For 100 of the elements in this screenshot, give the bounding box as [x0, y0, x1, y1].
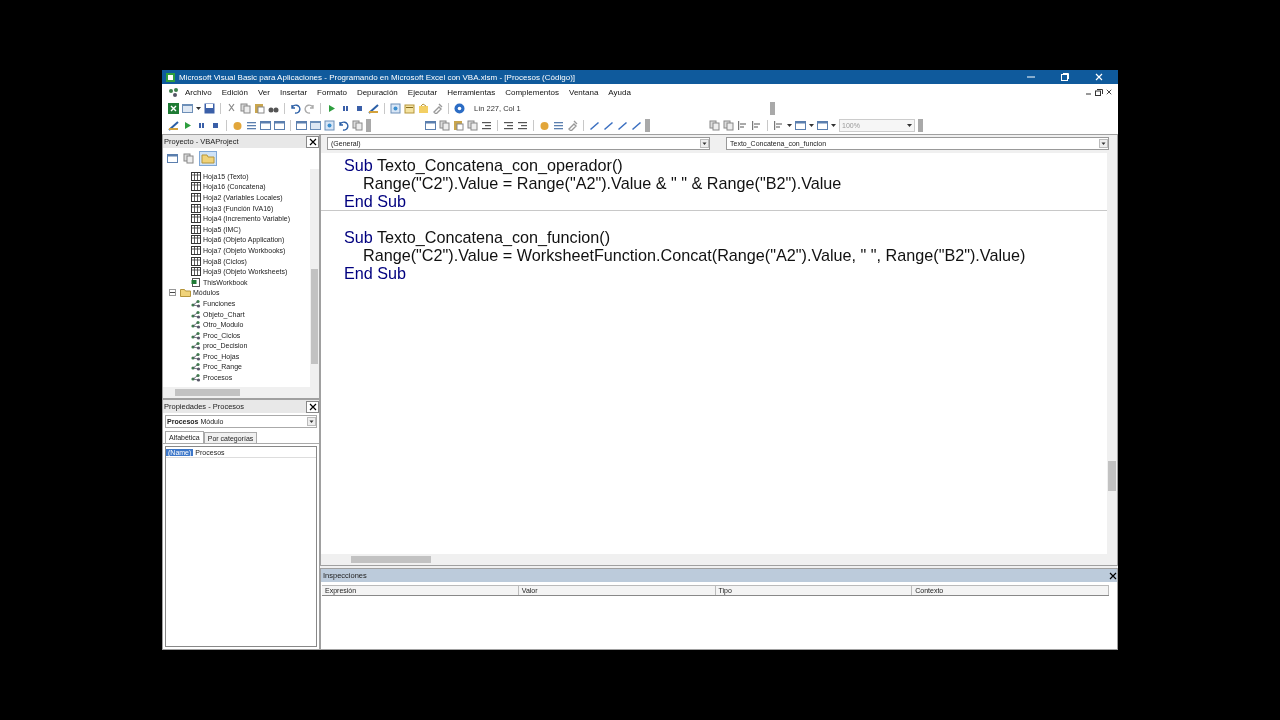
module-icon [191, 330, 201, 340]
module-icon [191, 373, 201, 383]
module-icon [191, 362, 201, 372]
properties-icon[interactable] [404, 103, 415, 114]
indent-icon[interactable] [517, 120, 528, 131]
caret-icon[interactable] [907, 123, 912, 128]
project-icon[interactable] [324, 120, 335, 131]
menu-item[interactable]: Edición [216, 85, 253, 99]
minimize-icon[interactable] [1027, 73, 1035, 81]
collapse-toggle[interactable] [169, 289, 176, 297]
form-icon[interactable] [310, 120, 321, 131]
copy-icon[interactable] [240, 103, 251, 114]
align-icon[interactable] [773, 120, 784, 131]
project-icon[interactable] [390, 103, 401, 114]
undo-icon[interactable] [290, 103, 301, 114]
code-line[interactable]: Sub Texto_Concatena_con_funcion() [344, 227, 611, 247]
help-icon[interactable] [454, 103, 465, 114]
close-icon [308, 402, 317, 411]
cut-icon[interactable] [226, 103, 237, 114]
code-line[interactable]: End Sub [344, 263, 407, 283]
close-button[interactable] [306, 400, 319, 413]
scrollbar[interactable] [310, 169, 319, 387]
dropdown-button[interactable] [1099, 139, 1108, 148]
toolbar-grip[interactable] [366, 119, 371, 132]
sheet-icon [191, 256, 201, 266]
folder-icon[interactable] [418, 103, 429, 114]
sheet-icon [191, 267, 201, 277]
code-line[interactable]: Range("C2").Value = WorksheetFunction.Concat(Range("A2").Value, " ", Range("B2").Value) [363, 245, 1026, 265]
list-icon[interactable] [553, 120, 564, 131]
undo-icon[interactable] [338, 120, 349, 131]
menu-item[interactable]: Herramientas [442, 85, 501, 99]
dropdown-button[interactable] [700, 139, 709, 148]
window-icon[interactable] [425, 120, 436, 131]
scrollbar[interactable] [163, 387, 319, 398]
list-icon[interactable] [246, 120, 257, 131]
sheet-icon [191, 171, 201, 181]
window-icon[interactable] [296, 120, 307, 131]
menu-item[interactable]: Ayuda [603, 85, 636, 99]
toolbar-grip[interactable] [918, 119, 923, 132]
menu-item[interactable]: Insertar [274, 85, 313, 99]
window-icon[interactable] [274, 120, 285, 131]
stop-icon[interactable] [210, 120, 221, 131]
scrollbar[interactable] [321, 554, 1117, 565]
copy-icon[interactable] [352, 120, 363, 131]
excel-icon[interactable] [168, 103, 179, 114]
align-icon[interactable] [751, 120, 762, 131]
sheet-icon [191, 182, 201, 192]
vba-icon[interactable] [168, 86, 180, 98]
close-icon [1109, 571, 1117, 580]
menu-item[interactable]: Complementos [500, 85, 564, 99]
close-icon [1095, 73, 1103, 81]
indent-icon[interactable] [503, 120, 514, 131]
caret-icon[interactable] [831, 123, 836, 128]
module-icon [191, 341, 201, 351]
copy-icon[interactable] [723, 120, 734, 131]
pause-icon[interactable] [196, 120, 207, 131]
window-title: Microsoft Visual Basic para Aplicaciones - Programando en Microsoft Excel con VBA.xlsm - [Procesos (Código)] [179, 72, 576, 82]
close-button[interactable] [306, 135, 319, 148]
save-icon[interactable] [204, 103, 215, 114]
module-icon [191, 298, 201, 308]
menu-item[interactable]: Ver [252, 85, 275, 99]
sheet-icon [191, 235, 201, 245]
align-icon[interactable] [737, 120, 748, 131]
module-icon [191, 309, 201, 319]
indent-icon[interactable] [481, 120, 492, 131]
copy-icon[interactable] [439, 120, 450, 131]
run-icon[interactable] [326, 103, 337, 114]
menu-item[interactable]: Archivo [180, 85, 217, 99]
app-icon [166, 72, 175, 82]
menu-item[interactable]: Ventana [564, 85, 604, 99]
close-icon [1106, 89, 1112, 95]
view-object-icon[interactable] [183, 153, 194, 164]
caret-icon[interactable] [787, 123, 792, 128]
dropdown-button[interactable] [307, 417, 316, 426]
window-icon[interactable] [817, 120, 828, 131]
caret-icon[interactable] [809, 123, 814, 128]
toolbar-grip[interactable] [770, 102, 775, 115]
menu-item[interactable]: Ejecutar [402, 85, 443, 99]
run-icon[interactable] [182, 120, 193, 131]
sheet-icon [191, 245, 201, 255]
module-icon [191, 320, 201, 330]
code-line[interactable]: End Sub [344, 191, 407, 211]
copy-icon[interactable] [709, 120, 720, 131]
code-line[interactable]: Range("C2").Value = Range("A2").Value & " " & Range("B2").Value [363, 173, 842, 193]
view-code-icon[interactable] [167, 153, 178, 164]
menu-item[interactable]: Depuración [351, 85, 403, 99]
window-icon[interactable] [795, 120, 806, 131]
caret-icon[interactable] [196, 106, 201, 111]
sheet-icon [191, 214, 201, 224]
paste-icon[interactable] [453, 120, 464, 131]
menu-item[interactable]: Formato [312, 85, 352, 99]
code-line[interactable]: Sub Texto_Concatena_con_operador() [344, 155, 623, 175]
sheet-icon [191, 193, 201, 202]
window-icon[interactable] [260, 120, 271, 131]
stop-icon[interactable] [354, 103, 365, 114]
toolbar-grip[interactable] [645, 119, 650, 132]
pause-icon[interactable] [340, 103, 351, 114]
restore-icon[interactable] [1061, 73, 1069, 81]
restore-icon[interactable] [1095, 88, 1103, 96]
module-icon [191, 351, 201, 361]
